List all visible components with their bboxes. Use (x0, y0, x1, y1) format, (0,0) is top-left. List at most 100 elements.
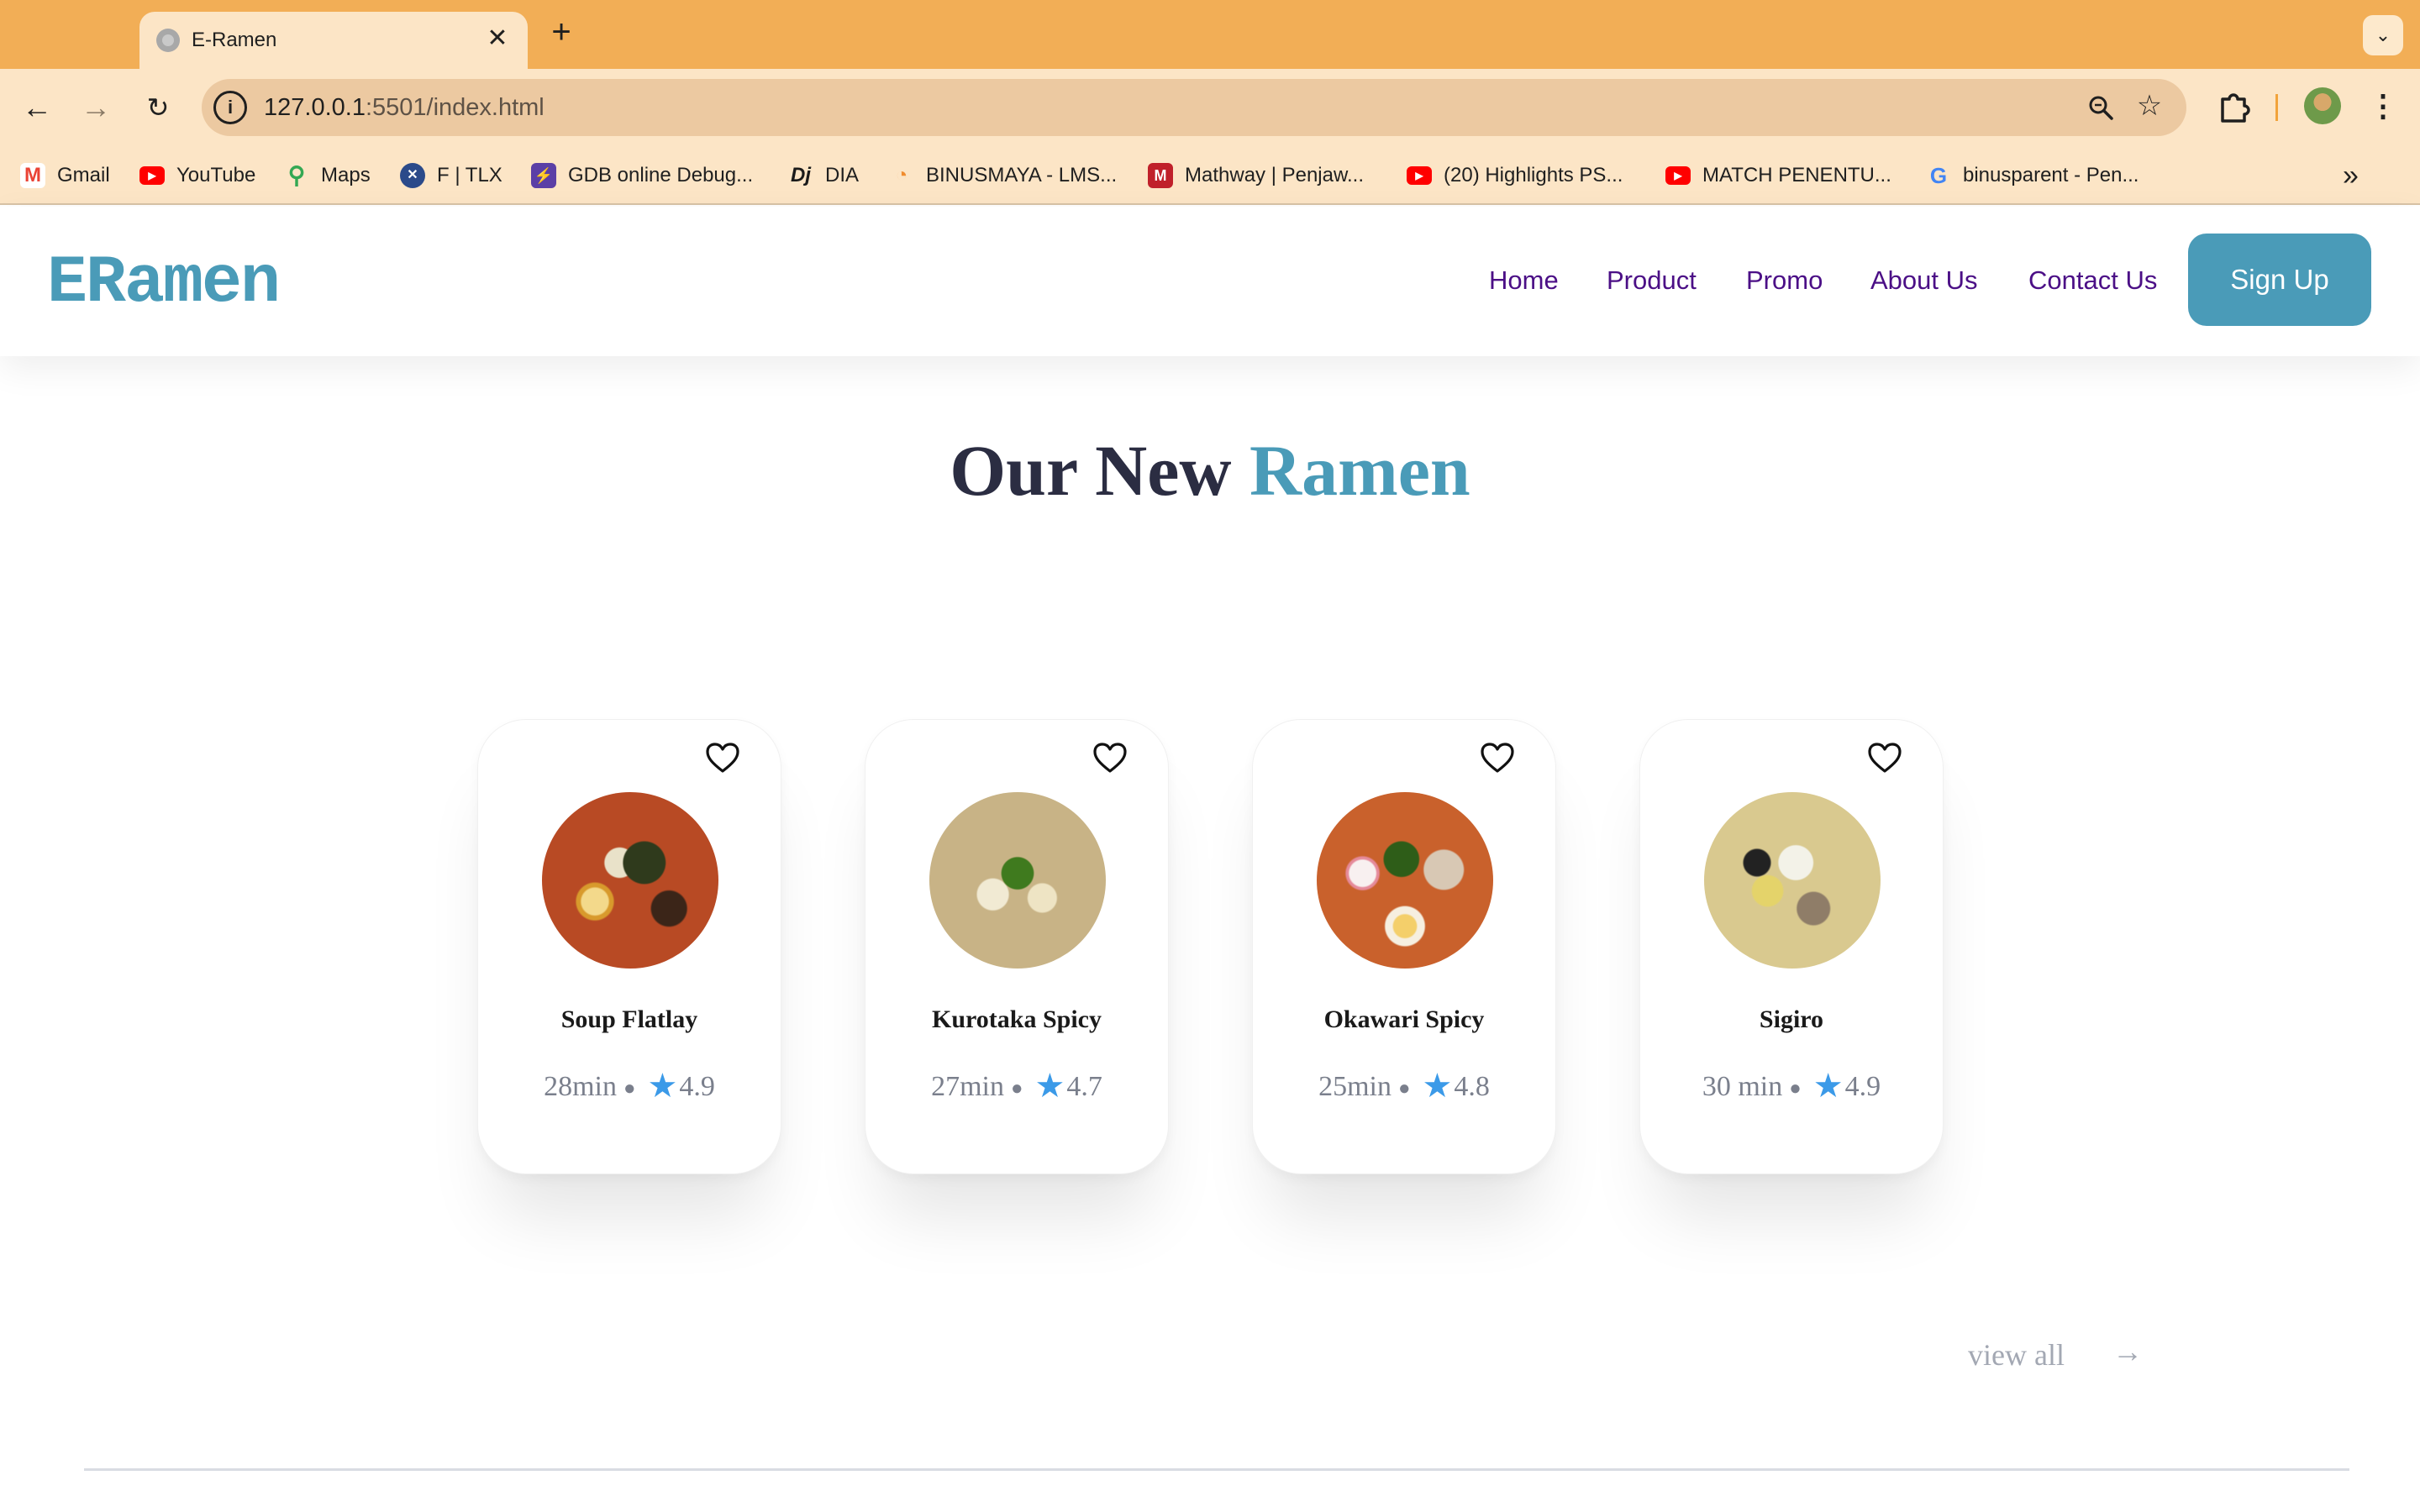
bookmark-item[interactable]: ◔ BINUSMAYA - LMS... (889, 161, 1117, 190)
gmail-icon: M (20, 163, 45, 188)
bookmark-label: Maps (321, 164, 371, 186)
ramen-image (1704, 792, 1881, 969)
section-title: Our New Ramen (0, 428, 2420, 512)
close-tab-icon[interactable]: ✕ (482, 24, 513, 54)
rating: 4.9 (1844, 1071, 1881, 1102)
bookmarks-bar: M Gmail ▶ YouTube ⚲ Maps ✕ F | TLX ⚡ GDB onli… (0, 146, 2420, 205)
nav-contact-us[interactable]: Contact Us (2028, 265, 2157, 296)
page-content: ERamen Home Product Promo About Us Conta… (0, 207, 2420, 1512)
product-name: Okawari Spicy (1323, 1005, 1485, 1033)
nav-home[interactable]: Home (1489, 265, 1559, 296)
site-header: ERamen Home Product Promo About Us Conta… (0, 207, 2420, 356)
bookmark-label: MATCH PENENTU... (1702, 164, 1891, 186)
bookmark-item[interactable]: ▶ (20) Highlights PS... (1407, 161, 1623, 190)
reload-button[interactable]: ↻ (138, 87, 178, 128)
bookmark-item[interactable]: ⚲ Maps (284, 161, 371, 190)
profile-avatar[interactable] (2304, 87, 2341, 124)
prep-time: 30 min (1702, 1071, 1783, 1102)
product-card[interactable]: Okawari Spicy 25min ● ★4.8 (1252, 719, 1556, 1174)
tab-search-button[interactable]: ⌄ (2363, 15, 2403, 55)
heart-icon[interactable] (705, 742, 740, 774)
tab-title: E-Ramen (192, 29, 277, 51)
arrow-right-icon[interactable]: → (2112, 1334, 2143, 1369)
section-title-accent: Ramen (1249, 430, 1470, 511)
globe-icon (156, 29, 180, 52)
ramen-image (929, 792, 1106, 969)
site-info-icon[interactable]: i (213, 91, 247, 124)
url-text[interactable]: 127.0.0.1:5501/index.html (264, 94, 544, 122)
url-host: 127.0.0.1 (264, 94, 366, 121)
new-tab-button[interactable]: + (544, 15, 578, 49)
browser-toolbar: ← → ↻ i 127.0.0.1:5501/index.html ☆ ⋮ (0, 69, 2420, 146)
sign-up-button[interactable]: Sign Up (2188, 234, 2371, 326)
bookmark-label: (20) Highlights PS... (1444, 164, 1623, 186)
bookmark-item[interactable]: M Mathway | Penjaw... (1148, 161, 1364, 190)
section-divider (84, 1468, 2349, 1471)
toolbar-divider (2275, 94, 2278, 121)
bookmark-item[interactable]: ▶ YouTube (139, 161, 255, 190)
star-icon: ★ (1034, 1067, 1065, 1105)
star-icon: ★ (647, 1067, 678, 1105)
ramen-image (542, 792, 718, 969)
bookmark-item[interactable]: M Gmail (20, 161, 110, 190)
bookmarks-overflow-icon[interactable]: » (2343, 160, 2359, 192)
bookmark-label: Gmail (57, 164, 110, 186)
browser-menu-icon[interactable]: ⋮ (2365, 87, 2402, 124)
bookmark-label: YouTube (176, 164, 256, 186)
product-card[interactable]: Kurotaka Spicy 27min ● ★4.7 (865, 719, 1169, 1174)
product-meta: 28min ● ★4.9 (478, 1066, 781, 1105)
nav-product[interactable]: Product (1607, 265, 1697, 296)
bookmark-label: Mathway | Penjaw... (1185, 164, 1364, 186)
bookmark-label: F | TLX (437, 164, 502, 186)
bookmark-item[interactable]: Dj DIA (788, 161, 859, 190)
back-button[interactable]: ← (17, 87, 57, 128)
rating: 4.8 (1454, 1071, 1490, 1102)
browser-tab[interactable]: E-Ramen ✕ (139, 12, 528, 69)
product-name: Soup Flatlay (560, 1005, 698, 1033)
section-title-main: Our New (950, 430, 1249, 511)
bookmark-label: DIA (825, 164, 860, 186)
tlx-icon: ✕ (400, 163, 425, 188)
nav-promo[interactable]: Promo (1746, 265, 1823, 296)
bookmark-item[interactable]: ⚡ GDB online Debug... (531, 161, 753, 190)
bookmark-star-icon[interactable]: ☆ (2134, 91, 2165, 121)
rating: 4.9 (679, 1071, 715, 1102)
product-meta: 27min ● ★4.7 (865, 1066, 1168, 1105)
view-all-link[interactable]: view all (1968, 1337, 2065, 1373)
separator-dot: ● (1398, 1077, 1411, 1100)
ramen-image (1317, 792, 1493, 969)
product-name: Kurotaka Spicy (932, 1005, 1102, 1033)
product-meta: 25min ● ★4.8 (1253, 1066, 1555, 1105)
bookmark-label: GDB online Debug... (568, 164, 754, 186)
bookmark-label: BINUSMAYA - LMS... (926, 164, 1118, 186)
separator-dot: ● (623, 1077, 636, 1100)
zoom-icon[interactable] (2086, 92, 2116, 123)
separator-dot: ● (1011, 1077, 1023, 1100)
site-logo[interactable]: ERamen (47, 245, 281, 322)
youtube-icon: ▶ (139, 166, 165, 185)
heart-icon[interactable] (1092, 742, 1128, 774)
forward-button[interactable]: → (76, 87, 116, 128)
separator-dot: ● (1789, 1077, 1802, 1100)
address-bar[interactable]: i 127.0.0.1:5501/index.html ☆ (202, 79, 2186, 136)
product-card[interactable]: Sigiro 30 min ● ★4.9 (1639, 719, 1944, 1174)
prep-time: 27min (931, 1071, 1005, 1102)
heart-icon[interactable] (1480, 742, 1515, 774)
product-card[interactable]: Soup Flatlay 28min ● ★4.9 (477, 719, 781, 1174)
prep-time: 25min (1318, 1071, 1392, 1102)
dia-icon: Dj (791, 164, 811, 186)
bookmark-item[interactable]: ✕ F | TLX (400, 161, 502, 190)
bookmark-label: binusparent - Pen... (1963, 164, 2139, 186)
youtube-icon: ▶ (1407, 166, 1432, 185)
google-icon: G (1929, 163, 1948, 188)
star-icon: ★ (1422, 1067, 1453, 1105)
mathway-icon: M (1148, 163, 1173, 188)
bookmark-item[interactable]: ▶ MATCH PENENTU... (1665, 161, 1891, 190)
bookmark-item[interactable]: Gbinusparent - Pen... (1926, 161, 2139, 190)
url-path: :5501/index.html (365, 94, 544, 121)
heart-icon[interactable] (1867, 742, 1902, 774)
nav-about-us[interactable]: About Us (1870, 265, 1978, 296)
extensions-icon[interactable] (2215, 87, 2252, 124)
product-name: Sigiro (1759, 1005, 1824, 1033)
youtube-icon: ▶ (1665, 166, 1691, 185)
